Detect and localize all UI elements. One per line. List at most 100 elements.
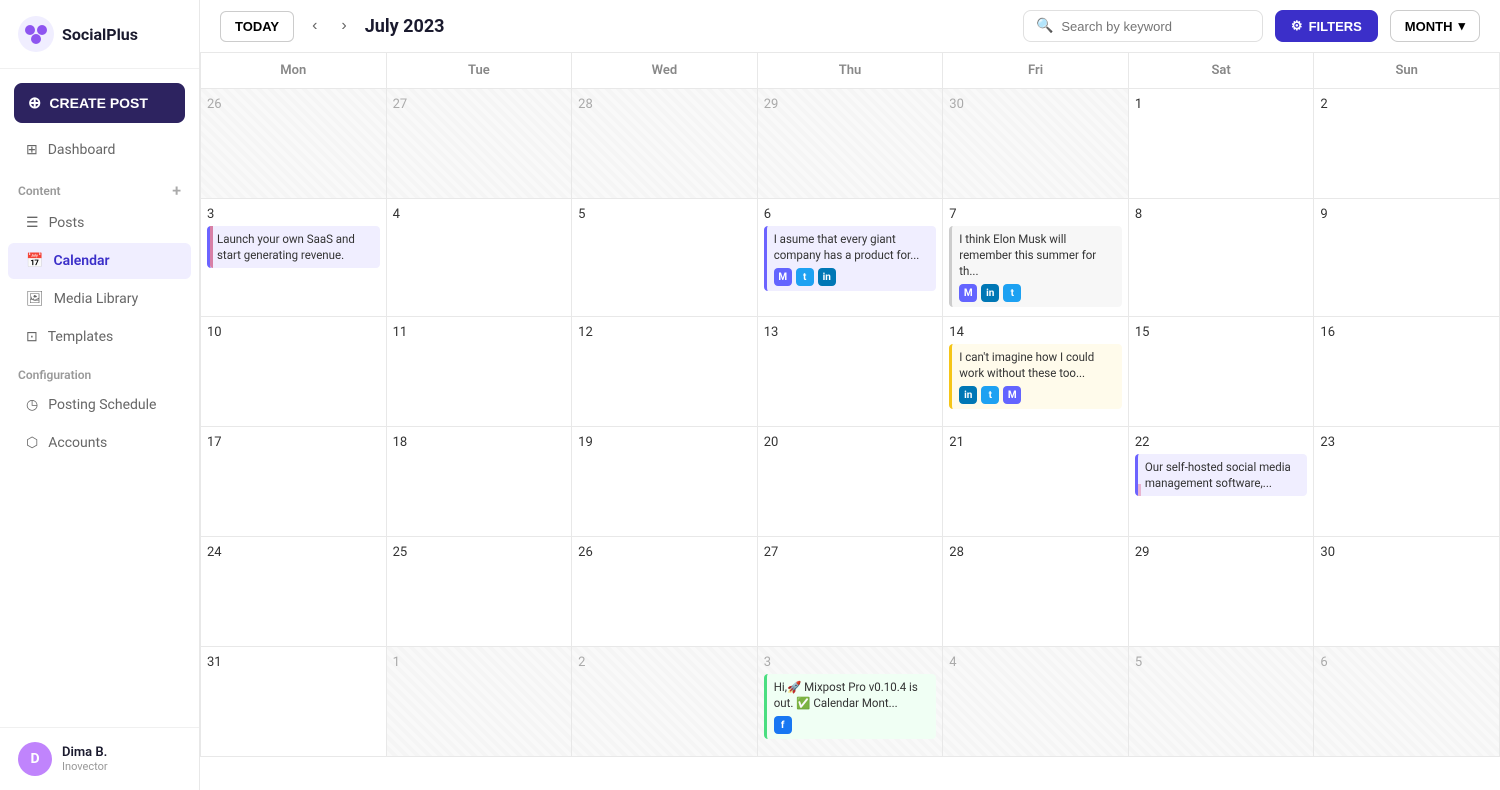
- day-cell-26-jul[interactable]: 26: [572, 537, 758, 647]
- day-cell-31-jul[interactable]: 31: [201, 647, 387, 757]
- topbar: TODAY ‹ › July 2023 🔍 ⚙ FILTERS MONTH ▾: [200, 0, 1500, 53]
- avatar: D: [18, 742, 52, 776]
- day-cell-4-jul[interactable]: 4: [387, 199, 573, 317]
- day-cell-5-aug[interactable]: 5: [1129, 647, 1315, 757]
- event-card-3-jul[interactable]: Launch your own SaaS and start generatin…: [207, 226, 380, 268]
- day-cell-11-jul[interactable]: 11: [387, 317, 573, 427]
- event-text: Launch your own SaaS and start generatin…: [217, 231, 373, 263]
- day-cell-27-jun[interactable]: 27: [387, 89, 573, 199]
- day-header-sun: Sun: [1314, 53, 1500, 89]
- day-cell-1-jul[interactable]: 1: [1129, 89, 1315, 199]
- day-cell-28-jun[interactable]: 28: [572, 89, 758, 199]
- user-name: Dima B.: [62, 745, 108, 760]
- event-card-22-jul[interactable]: Our self-hosted social media management …: [1135, 454, 1308, 496]
- mastodon-icon: M: [774, 268, 792, 286]
- day-cell-18-jul[interactable]: 18: [387, 427, 573, 537]
- day-cell-25-jul[interactable]: 25: [387, 537, 573, 647]
- day-cell-30-jun[interactable]: 30: [943, 89, 1129, 199]
- mastodon-icon: M: [1003, 386, 1021, 404]
- day-cell-5-jul[interactable]: 5: [572, 199, 758, 317]
- month-title: July 2023: [365, 16, 445, 37]
- social-icons: f: [774, 716, 930, 734]
- event-text: Our self-hosted social media management …: [1145, 459, 1301, 491]
- day-cell-17-jul[interactable]: 17: [201, 427, 387, 537]
- linkedin-icon: in: [818, 268, 836, 286]
- sidebar-item-calendar[interactable]: 📅 Calendar: [8, 243, 191, 279]
- sidebar-item-media-library[interactable]: 🖼 Media Library: [8, 281, 191, 317]
- day-cell-12-jul[interactable]: 12: [572, 317, 758, 427]
- event-card-6-jul[interactable]: I asume that every giant company has a p…: [764, 226, 937, 291]
- search-box[interactable]: 🔍: [1023, 10, 1263, 42]
- day-cell-21-jul[interactable]: 21: [943, 427, 1129, 537]
- user-org: Inovector: [62, 760, 108, 773]
- brand-name: SocialPlus: [62, 25, 138, 44]
- day-header-fri: Fri: [943, 53, 1129, 89]
- twitter-icon: t: [981, 386, 999, 404]
- day-cell-7-jul[interactable]: 7 I think Elon Musk will remember this s…: [943, 199, 1129, 317]
- day-cell-6-aug[interactable]: 6: [1314, 647, 1500, 757]
- sidebar-item-accounts[interactable]: ⬡ Accounts: [8, 425, 191, 461]
- day-cell-3-jul[interactable]: 3 Launch your own SaaS and start generat…: [201, 199, 387, 317]
- search-input[interactable]: [1061, 19, 1250, 34]
- day-cell-2-jul[interactable]: 2: [1314, 89, 1500, 199]
- sidebar-item-posts[interactable]: ☰ Posts: [8, 205, 191, 241]
- event-card-14-jul[interactable]: I can't imagine how I could work without…: [949, 344, 1122, 409]
- event-text: I think Elon Musk will remember this sum…: [959, 231, 1115, 279]
- create-post-button[interactable]: ⊕ CREATE POST: [14, 83, 185, 123]
- templates-icon: ⊡: [26, 329, 38, 345]
- facebook-icon: f: [774, 716, 792, 734]
- calendar-container: Mon Tue Wed Thu Fri Sat Sun 26 27 28 29 …: [200, 53, 1500, 790]
- day-cell-6-jul[interactable]: 6 I asume that every giant company has a…: [758, 199, 944, 317]
- sidebar-item-posting-schedule[interactable]: ◷ Posting Schedule: [8, 387, 191, 423]
- day-cell-29-jul[interactable]: 29: [1129, 537, 1315, 647]
- day-cell-2-aug[interactable]: 2: [572, 647, 758, 757]
- filters-button[interactable]: ⚙ FILTERS: [1275, 10, 1378, 42]
- day-cell-26-jun[interactable]: 26: [201, 89, 387, 199]
- day-cell-24-jul[interactable]: 24: [201, 537, 387, 647]
- day-header-wed: Wed: [572, 53, 758, 89]
- calendar-grid: Mon Tue Wed Thu Fri Sat Sun 26 27 28 29 …: [200, 53, 1500, 757]
- sidebar: SocialPlus ⊕ CREATE POST ⊞ Dashboard Con…: [0, 0, 200, 790]
- twitter-icon: t: [796, 268, 814, 286]
- day-cell-22-jul[interactable]: 22 Our self-hosted social media manageme…: [1129, 427, 1315, 537]
- day-cell-14-jul[interactable]: 14 I can't imagine how I could work with…: [943, 317, 1129, 427]
- event-card-3-aug[interactable]: Hi,🚀 Mixpost Pro v0.10.4 is out. ✅ Calen…: [764, 674, 937, 739]
- day-cell-23-jul[interactable]: 23: [1314, 427, 1500, 537]
- day-cell-29-jun[interactable]: 29: [758, 89, 944, 199]
- day-cell-10-jul[interactable]: 10: [201, 317, 387, 427]
- day-cell-3-aug[interactable]: 3 Hi,🚀 Mixpost Pro v0.10.4 is out. ✅ Cal…: [758, 647, 944, 757]
- social-icons: M in t: [959, 284, 1115, 302]
- day-cell-19-jul[interactable]: 19: [572, 427, 758, 537]
- day-cell-30-jul[interactable]: 30: [1314, 537, 1500, 647]
- day-cell-13-jul[interactable]: 13: [758, 317, 944, 427]
- month-view-button[interactable]: MONTH ▾: [1390, 10, 1480, 42]
- day-cell-9-jul[interactable]: 9: [1314, 199, 1500, 317]
- day-cell-15-jul[interactable]: 15: [1129, 317, 1315, 427]
- linkedin-icon: in: [959, 386, 977, 404]
- add-content-icon[interactable]: +: [172, 181, 181, 200]
- day-cell-1-aug[interactable]: 1: [387, 647, 573, 757]
- sidebar-item-dashboard[interactable]: ⊞ Dashboard: [8, 132, 191, 168]
- mastodon-icon: M: [959, 284, 977, 302]
- day-header-mon: Mon: [201, 53, 387, 89]
- day-cell-20-jul[interactable]: 20: [758, 427, 944, 537]
- today-button[interactable]: TODAY: [220, 11, 294, 42]
- day-cell-8-jul[interactable]: 8: [1129, 199, 1315, 317]
- twitter-icon: t: [1003, 284, 1021, 302]
- next-month-button[interactable]: ›: [335, 13, 352, 39]
- day-cell-4-aug[interactable]: 4: [943, 647, 1129, 757]
- day-cell-28-jul[interactable]: 28: [943, 537, 1129, 647]
- calendar-icon: 📅: [26, 253, 43, 269]
- day-header-thu: Thu: [758, 53, 944, 89]
- user-info: Dima B. Inovector: [62, 745, 108, 773]
- user-profile[interactable]: D Dima B. Inovector: [0, 727, 199, 790]
- dashboard-icon: ⊞: [26, 142, 38, 158]
- day-cell-27-jul[interactable]: 27: [758, 537, 944, 647]
- event-card-7-jul[interactable]: I think Elon Musk will remember this sum…: [949, 226, 1122, 307]
- sidebar-item-templates[interactable]: ⊡ Templates: [8, 319, 191, 355]
- prev-month-button[interactable]: ‹: [306, 13, 323, 39]
- day-cell-16-jul[interactable]: 16: [1314, 317, 1500, 427]
- search-icon: 🔍: [1036, 18, 1053, 34]
- linkedin-icon: in: [981, 284, 999, 302]
- schedule-icon: ◷: [26, 397, 38, 413]
